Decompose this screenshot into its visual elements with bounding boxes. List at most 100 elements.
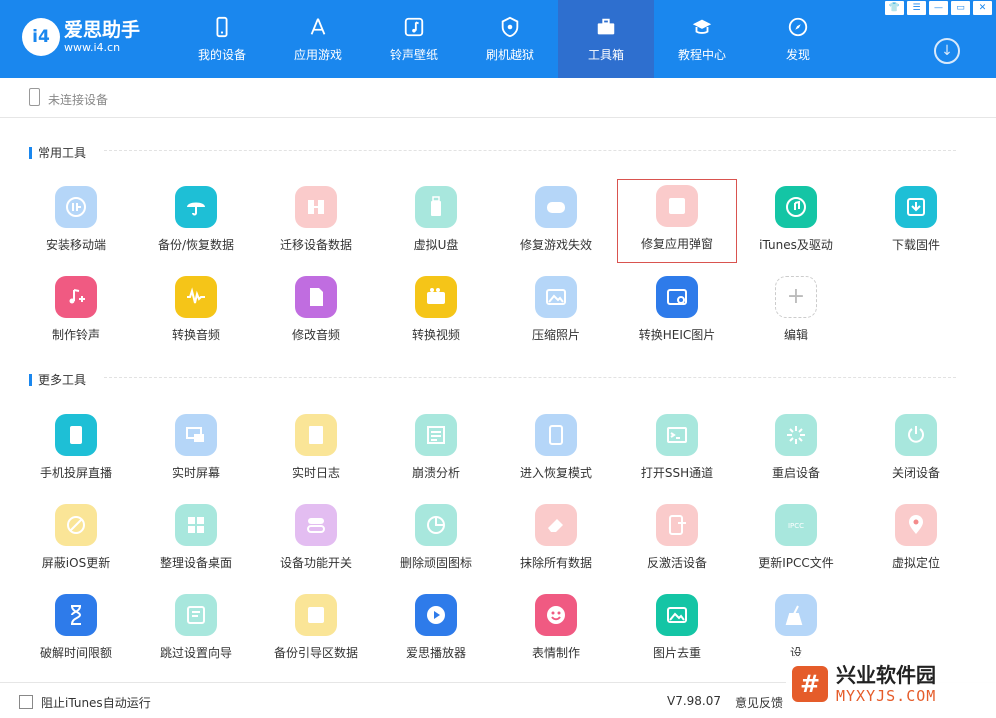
tool-item[interactable]: 迁移设备数据: [256, 180, 376, 264]
watermark: # 兴业软件园 MYXYJS.COM: [786, 656, 996, 712]
tool-item[interactable]: 重启设备: [736, 408, 856, 492]
play-icon: [415, 594, 457, 636]
menu-button[interactable]: ☰: [907, 1, 926, 15]
tool-item[interactable]: 虚拟定位: [856, 498, 976, 582]
grid-icon: [175, 504, 217, 546]
tool-label: 崩溃分析: [411, 466, 460, 480]
nav-item-4[interactable]: 工具箱: [558, 0, 654, 78]
nav-item-label: 发现: [785, 48, 810, 62]
ringtone-icon: [55, 276, 97, 318]
tool-item[interactable]: 关闭设备: [856, 408, 976, 492]
tool-item[interactable]: 整理设备桌面: [136, 498, 256, 582]
tool-label: 实时屏幕: [171, 466, 220, 480]
tool-item[interactable]: 转换视频: [376, 270, 496, 354]
tool-item[interactable]: 备份引导区数据: [256, 588, 376, 672]
nav-item-3[interactable]: 刷机越狱: [462, 0, 558, 78]
tool-label: 迁移设备数据: [279, 238, 352, 252]
logo-url: www.i4.cn: [64, 41, 121, 54]
tool-item[interactable]: 崩溃分析: [376, 408, 496, 492]
nav-item-1[interactable]: 应用游戏: [270, 0, 366, 78]
app-store-icon: [305, 14, 331, 40]
tool-label: 修复应用弹窗: [640, 237, 713, 251]
tool-item[interactable]: 跳过设置向导: [136, 588, 256, 672]
transfer-icon: [295, 186, 337, 228]
tool-label: 修改音频: [291, 328, 340, 342]
feedback-link[interactable]: 意见反馈: [735, 694, 783, 711]
close-button[interactable]: ✕: [973, 1, 992, 15]
maximize-button[interactable]: ▭: [951, 1, 970, 15]
logo-mark: i4: [22, 18, 60, 56]
tool-label: 进入恢复模式: [519, 466, 592, 480]
tool-item[interactable]: 备份/恢复数据: [136, 180, 256, 264]
setup-wizard-icon: [175, 594, 217, 636]
logo-name: 爱思助手: [64, 19, 141, 41]
toolbox-icon: [593, 14, 619, 40]
plus-icon: +: [775, 276, 817, 318]
log-icon: [295, 414, 337, 456]
hourglass-icon: [55, 594, 97, 636]
block-update-icon: [55, 504, 97, 546]
tool-item[interactable]: 转换HEIC图片: [617, 270, 737, 354]
broom-icon: [775, 594, 817, 636]
tool-item[interactable]: 实时日志: [256, 408, 376, 492]
tool-item[interactable]: + 编辑: [736, 270, 856, 354]
screen-cast-icon: [55, 414, 97, 456]
phone-icon: [209, 14, 235, 40]
tool-item[interactable]: 实时屏幕: [136, 408, 256, 492]
tool-item[interactable]: 反激活设备: [617, 498, 737, 582]
tool-item[interactable]: 修复游戏失效: [496, 180, 616, 264]
tool-item[interactable]: iTunes及驱动: [736, 180, 856, 264]
tool-item[interactable]: 下载固件: [856, 180, 976, 264]
tool-item[interactable]: 设备功能开关: [256, 498, 376, 582]
logo: i4 爱思助手 www.i4.cn: [22, 18, 140, 56]
block-itunes-checkbox[interactable]: [19, 695, 33, 709]
tool-label: 屏蔽iOS更新: [41, 556, 111, 570]
block-itunes-label[interactable]: 阻止iTunes自动运行: [41, 694, 151, 711]
minimize-button[interactable]: —: [929, 1, 948, 15]
live-screen-icon: [175, 414, 217, 456]
nav-item-label: 工具箱: [587, 48, 624, 62]
tool-label: 转换视频: [411, 328, 460, 342]
tool-label: 转换音频: [171, 328, 220, 342]
tool-item[interactable]: 删除顽固图标: [376, 498, 496, 582]
device-status-text: 未连接设备: [48, 93, 109, 107]
main-nav: 我的设备 应用游戏 铃声壁纸 刷机越狱 工具箱 教程中心 发现: [174, 0, 846, 78]
photo-dedupe-icon: [656, 594, 698, 636]
tool-label: 虚拟定位: [891, 556, 940, 570]
nav-item-6[interactable]: 发现: [750, 0, 846, 78]
tool-item[interactable]: 表情制作: [496, 588, 616, 672]
tool-label: 表情制作: [531, 646, 580, 660]
tool-item[interactable]: 爱思播放器: [376, 588, 496, 672]
nav-item-label: 铃声壁纸: [389, 48, 438, 62]
nav-item-2[interactable]: 铃声壁纸: [366, 0, 462, 78]
video-icon: [415, 276, 457, 318]
tool-item[interactable]: 进入恢复模式: [496, 408, 616, 492]
tool-item[interactable]: 打开SSH通道: [617, 408, 737, 492]
arrow-down-icon: ↓: [941, 43, 953, 59]
tool-item[interactable]: 手机投屏直播: [16, 408, 136, 492]
nav-item-0[interactable]: 我的设备: [174, 0, 270, 78]
tool-item[interactable]: 图片去重: [617, 588, 737, 672]
tool-item[interactable]: 抹除所有数据: [496, 498, 616, 582]
usb-drive-icon: [415, 186, 457, 228]
tool-item[interactable]: 修复应用弹窗: [617, 179, 737, 263]
tool-item[interactable]: 修改音频: [256, 270, 376, 354]
tool-item[interactable]: 转换音频: [136, 270, 256, 354]
terminal-icon: [656, 414, 698, 456]
tool-item[interactable]: 安装移动端: [16, 180, 136, 264]
tool-item[interactable]: 制作铃声: [16, 270, 136, 354]
download-manager-button[interactable]: ↓: [934, 38, 960, 64]
tool-label: 备份引导区数据: [273, 646, 358, 660]
nav-item-5[interactable]: 教程中心: [654, 0, 750, 78]
tool-item[interactable]: 压缩照片: [496, 270, 616, 354]
tool-label: 实时日志: [291, 466, 340, 480]
tool-item[interactable]: 屏蔽iOS更新: [16, 498, 136, 582]
tool-label: 安装移动端: [45, 238, 106, 252]
tool-item[interactable]: IPCC 更新IPCC文件: [736, 498, 856, 582]
tool-item[interactable]: 破解时间限额: [16, 588, 136, 672]
skin-button[interactable]: 👕: [885, 1, 904, 15]
power-icon: [895, 414, 937, 456]
compass-icon: [785, 14, 811, 40]
section-divider: [104, 150, 956, 151]
tool-item[interactable]: 虚拟U盘: [376, 180, 496, 264]
